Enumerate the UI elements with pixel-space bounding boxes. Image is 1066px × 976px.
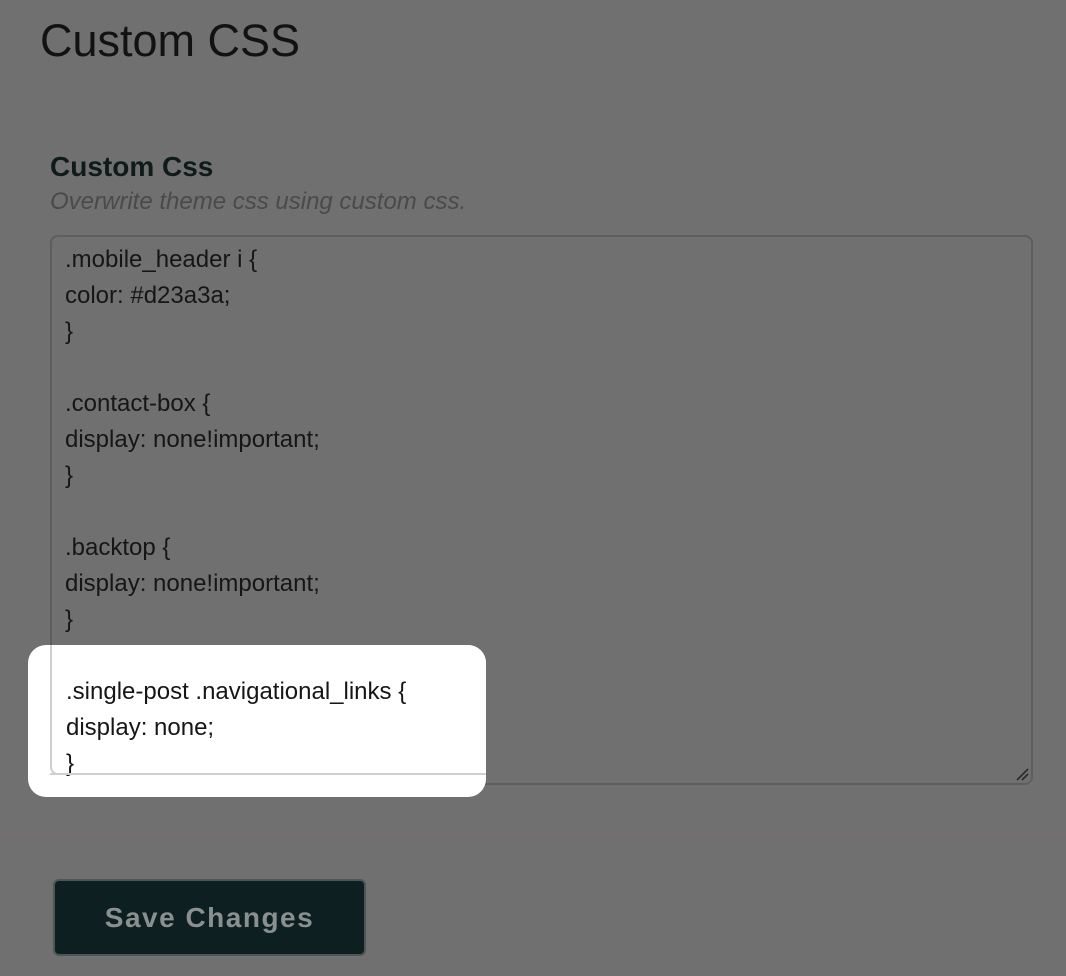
css-code-text: .mobile_header i { color: #d23a3a; } .co… <box>65 246 320 633</box>
highlighted-css-code: .single-post .navigational_links { displ… <box>66 678 407 777</box>
custom-css-page: Custom CSS Custom Css Overwrite theme cs… <box>0 0 1066 976</box>
highlighted-code-callout: .single-post .navigational_links { displ… <box>28 645 486 797</box>
section-title: Custom Css <box>50 151 214 182</box>
resize-handle-icon[interactable] <box>1015 767 1029 781</box>
form-divider <box>0 834 1066 835</box>
save-changes-button[interactable]: Save Changes <box>53 879 366 956</box>
highlighted-textarea-portion[interactable]: .single-post .navigational_links { displ… <box>50 645 486 777</box>
page-title: Custom CSS <box>40 15 301 66</box>
section-description: Overwrite theme css using custom css. <box>50 188 467 215</box>
